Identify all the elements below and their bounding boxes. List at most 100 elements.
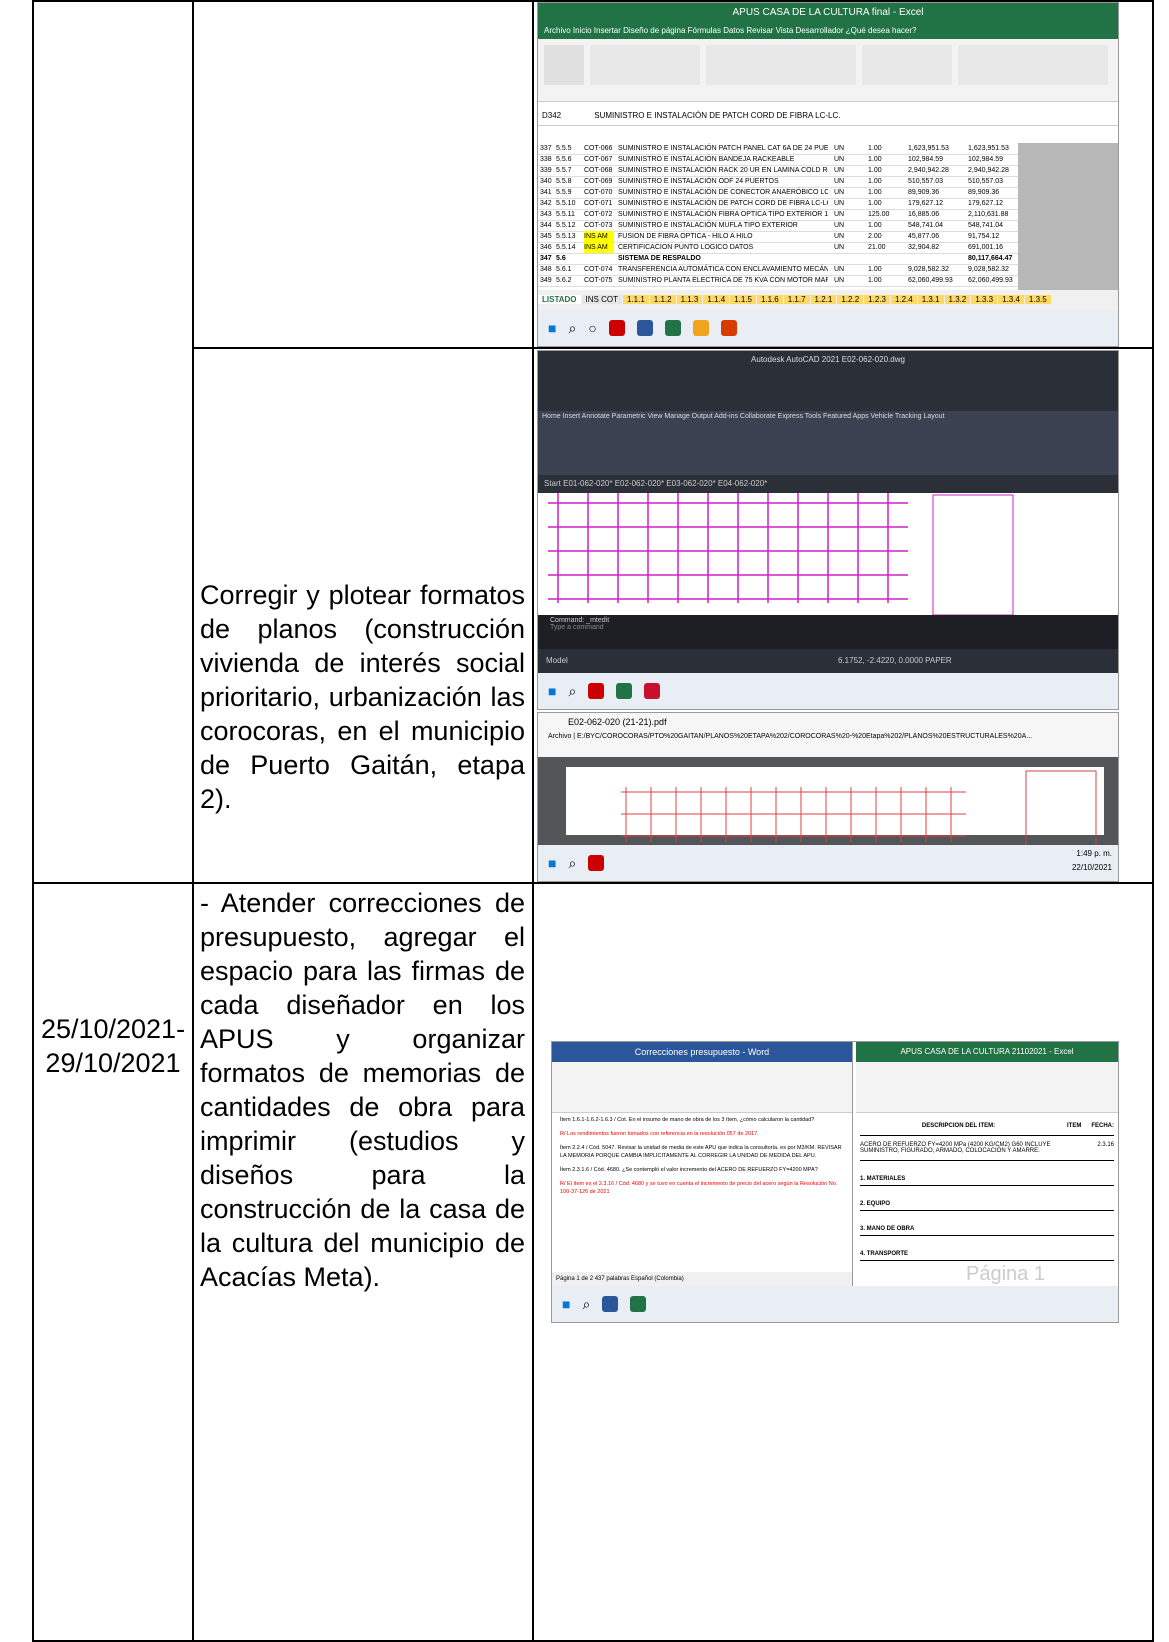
col-divider — [32, 0, 34, 1642]
app-icon — [588, 683, 605, 699]
sheet-tab[interactable]: 1.1.1 — [622, 295, 649, 304]
cad-command-input: Type a command — [550, 624, 604, 631]
row-divider — [194, 347, 1154, 349]
cell-code: COT-072 — [584, 211, 613, 218]
cell-n: 345 — [540, 233, 552, 240]
sheet-tab[interactable]: 1.1.5 — [730, 295, 756, 304]
sheet-tab[interactable]: 1.1.2 — [649, 295, 676, 304]
sheet-tabs: LISTADO INS COT 1.1.1 1.1.2 1.1.3 1.1.4 1.1.5 1… — [538, 290, 1118, 310]
cell-total: 89,909.36 — [968, 189, 1000, 196]
cell-un: UN — [834, 189, 845, 196]
sheet-tab[interactable]: 1.3.5 — [1024, 295, 1051, 304]
cad-command: Command: _mtedit — [550, 617, 610, 624]
cell-total: 2,110,631.88 — [968, 211, 1009, 218]
cell-qty: 1.00 — [868, 222, 882, 229]
taskbar: ■ ⌕ 1:49 p. m. 22/10/2021 — [538, 845, 1118, 881]
title-block — [932, 494, 1014, 616]
cell-un: UN — [834, 233, 845, 240]
search-icon: ⌕ — [568, 682, 577, 699]
app-icon — [616, 683, 633, 699]
cell-total: 548,741.04 — [968, 222, 1004, 229]
cell-unit: 16,885.06 — [908, 211, 940, 218]
cad-drawing-canvas — [538, 493, 1118, 619]
ribbon-group-font — [590, 45, 700, 85]
cell-unit: 45,877.06 — [908, 233, 940, 240]
title-block — [1025, 770, 1097, 848]
sheet-tab[interactable]: 1.1.6 — [756, 295, 783, 304]
col-divider — [192, 0, 194, 1642]
cell-item: 5.5.6 — [556, 156, 572, 163]
word-paragraph: Ítem 2.3.1.6 / Cód. 4680. ¿Se contempló … — [560, 1167, 818, 1173]
cell-total: 9,028,582.32 — [968, 266, 1009, 273]
cell-desc: FUSION DE FIBRA OPTICA - HILO A HILO — [618, 233, 753, 240]
excel-screenshot: APUS CASA DE LA CULTURA final - Excel Ar… — [537, 2, 1119, 347]
cell-desc: SISTEMA DE RESPALDO — [618, 255, 701, 262]
cell-n: 346 — [540, 244, 552, 251]
formula-bar: D342 SUMINISTRO E INSTALACIÓN DE PATCH C… — [538, 107, 1118, 126]
cell-desc: SUMINISTRO E INSTALACIÓN PATCH PANEL CAT… — [618, 145, 828, 152]
pdf-viewer — [538, 757, 1118, 848]
cell-n: 343 — [540, 211, 552, 218]
cell-n: 339 — [540, 167, 552, 174]
cell-item: 5.6 — [556, 255, 566, 262]
cad-document-tabs: Start E01-062-020* E02-062-020* E03-062-… — [538, 475, 1118, 493]
cell-qty: 1.00 — [868, 277, 882, 284]
cell-desc: SUMINISTRO E INSTALACIÓN MUFLA TIPO EXTE… — [618, 222, 798, 229]
row3-description: - Atender correcciones de presupuesto, a… — [200, 886, 525, 1294]
cell-desc: SUMINISTRO E INSTALACIÓN FIBRA OPTICA TI… — [618, 211, 828, 218]
sheet-tab[interactable]: 1.2.4 — [890, 295, 917, 304]
cell-item: 5.5.12 — [556, 222, 576, 229]
sheet-tab[interactable]: 1.3.4 — [998, 295, 1024, 304]
cell-code: INS AM — [584, 242, 614, 253]
row2-desc-text: Corregir y plotear formatos de planos (c… — [200, 580, 525, 814]
sheet-tab[interactable]: 1.2.2 — [837, 295, 864, 304]
apu-section: 1. MATERIALES — [860, 1173, 1114, 1186]
pdf-screenshot: E02-062-020 (21-21).pdf Archivo | E:/BYC… — [537, 712, 1119, 882]
sheet-tab[interactable]: 1.1.4 — [703, 295, 730, 304]
app-icon — [608, 320, 625, 336]
cell-un: UN — [834, 167, 845, 174]
cell-item: 5.5.14 — [556, 244, 576, 251]
cell-item: 5.5.9 — [556, 189, 572, 196]
word-ribbon — [552, 1062, 852, 1113]
cell-unit: 102,984.59 — [908, 156, 944, 163]
sheet-tab[interactable]: 1.3.2 — [944, 295, 971, 304]
excel2-sheet: DESCRIPCION DEL ITEM: ITEM FECHA: ACERO … — [856, 1113, 1118, 1285]
clock-time: 1:49 p. m. — [1076, 849, 1112, 858]
sheet-tab[interactable]: 1.3.3 — [971, 295, 998, 304]
word-paragraph: R/ Los rendimientos fueron tomados con r… — [560, 1131, 759, 1137]
sheet-tab[interactable]: 1.1.3 — [676, 295, 703, 304]
browser-header: E02-062-020 (21-21).pdf Archivo | E:/BYC… — [538, 713, 1118, 758]
cell-item: 5.5.13 — [556, 233, 576, 240]
cell-code: COT-069 — [584, 178, 613, 185]
word-status-bar: Página 1 de 2 437 palabras Español (Colo… — [552, 1272, 852, 1286]
excel-ribbon — [538, 39, 1118, 102]
sheet-tab[interactable]: INS COT — [581, 295, 622, 304]
app-icon — [720, 320, 737, 336]
cad-title: Autodesk AutoCAD 2021 E02-062-020.dwg — [751, 355, 905, 364]
sheet-tab[interactable]: 1.1.7 — [783, 295, 810, 304]
gray-area — [1018, 143, 1118, 290]
cell-qty: 1.00 — [868, 178, 882, 185]
sheet-tab[interactable]: 1.2.3 — [864, 295, 890, 304]
sheet-tab[interactable]: LISTADO — [538, 295, 581, 304]
ribbon-group-number — [862, 45, 952, 85]
cell-desc: CERTIFICACION PUNTO LOGICO DATOS — [618, 244, 754, 251]
pdf-tab: E02-062-020 (21-21).pdf — [568, 717, 667, 727]
word-excel-screenshot: Correcciones presupuesto - Word Ítem 1.6… — [551, 1041, 1119, 1323]
cell-item: 5.5.5 — [556, 145, 572, 152]
cell-n: 337 — [540, 145, 552, 152]
sheet-tab[interactable]: 1.2.1 — [810, 295, 837, 304]
windows-icon: ■ — [562, 1296, 571, 1312]
windows-icon: ■ — [548, 683, 557, 699]
cell-item: 5.5.11 — [556, 211, 575, 218]
cell-un: UN — [834, 277, 845, 284]
cell-total: 1,623,951.53 — [968, 145, 1009, 152]
excel-title-bar: APUS CASA DE LA CULTURA final - Excel — [538, 3, 1118, 23]
cell-item: 5.6.2 — [556, 277, 572, 284]
cell-un: UN — [834, 145, 845, 152]
cell-reference: D342 — [542, 111, 562, 120]
cell-total: 80,117,664.47 — [968, 255, 1013, 262]
excel2-header-row: DESCRIPCION DEL ITEM: ITEM FECHA: — [860, 1117, 1114, 1136]
sheet-tab[interactable]: 1.3.1 — [917, 295, 944, 304]
